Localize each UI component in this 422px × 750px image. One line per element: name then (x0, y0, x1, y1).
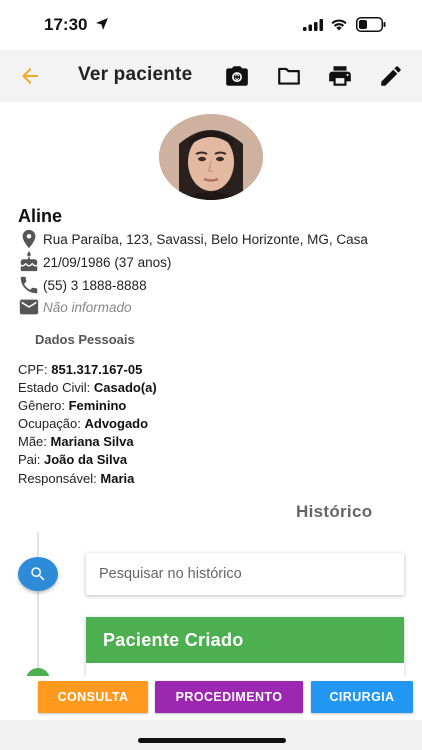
history-search-button[interactable] (18, 557, 58, 591)
section-title-personal: Dados Pessoais (35, 332, 135, 347)
mail-icon (19, 299, 39, 315)
consulta-button[interactable]: CONSULTA (38, 681, 148, 713)
field-ocupacao: Ocupação: Advogado (18, 416, 149, 431)
field-cpf: CPF: 851.317.167-05 (18, 362, 143, 377)
cellular-signal-icon (303, 19, 323, 31)
camera-icon[interactable] (224, 63, 250, 89)
location-pin-icon (22, 229, 36, 249)
location-arrow-icon (96, 18, 108, 30)
status-time: 17:30 (44, 15, 88, 34)
folder-icon[interactable] (276, 63, 302, 89)
email-row: Não informado (18, 296, 132, 318)
phone-row: (55) 3 1888-8888 (18, 274, 147, 296)
patient-name: Aline (18, 206, 63, 226)
field-pai: Pai: João da Silva (18, 452, 128, 467)
phone-icon (20, 276, 38, 294)
history-title: Histórico (296, 502, 373, 521)
field-responsavel: Responsável: Maria (18, 471, 135, 486)
history-search-box (86, 553, 404, 595)
app-bar: Ver paciente (0, 50, 422, 102)
cirurgia-button[interactable]: CIRURGIA (311, 681, 413, 713)
cake-icon (20, 251, 38, 272)
address-text: Rua Paraíba, 123, Savassi, Belo Horizont… (43, 231, 368, 247)
wifi-icon (331, 19, 347, 31)
search-icon (31, 567, 45, 581)
field-genero: Gênero: Feminino (18, 398, 127, 413)
patient-avatar (159, 114, 263, 200)
field-estado-civil: Estado Civil: Casado(a) (18, 380, 157, 395)
phone-text: (55) 3 1888-8888 (43, 277, 147, 293)
battery-icon (356, 17, 386, 32)
field-mae: Mãe: Mariana Silva (18, 434, 134, 449)
history-search-input[interactable] (86, 553, 404, 595)
home-indicator (138, 738, 286, 743)
page-title: Ver paciente (78, 64, 193, 85)
address-row: Rua Paraíba, 123, Savassi, Belo Horizont… (18, 228, 368, 250)
birthdate-text: 21/09/1986 (37 anos) (43, 254, 172, 270)
print-icon[interactable] (327, 63, 353, 89)
status-bar: 17:30 (0, 0, 422, 50)
history-event-title: Paciente Criado (86, 617, 404, 663)
timeline-line (37, 532, 39, 682)
email-text: Não informado (43, 299, 132, 315)
edit-icon[interactable] (378, 63, 404, 89)
birthdate-row: 21/09/1986 (37 anos) (18, 251, 171, 273)
bottom-action-bar: CONSULTA PROCEDIMENTO CIRURGIA (0, 676, 422, 720)
procedimento-button[interactable]: PROCEDIMENTO (155, 681, 303, 713)
bottom-safe-area (0, 720, 422, 750)
arrow-back-icon[interactable] (18, 64, 42, 88)
